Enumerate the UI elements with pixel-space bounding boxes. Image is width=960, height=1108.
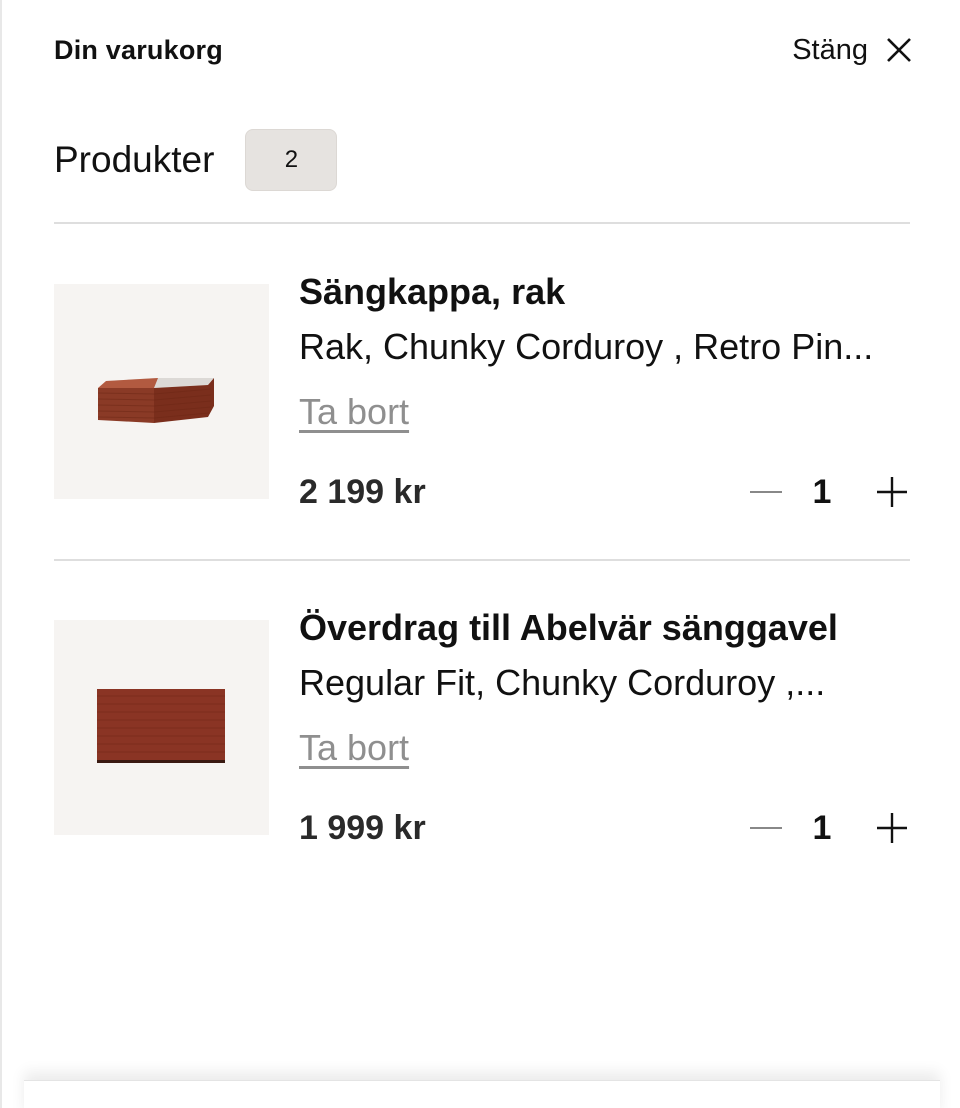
- product-count-badge: 2: [245, 129, 338, 191]
- cart-header: Din varukorg Stäng: [54, 28, 912, 72]
- product-image[interactable]: [54, 284, 269, 499]
- products-summary: Produkter 2: [54, 128, 338, 192]
- cart-item: Överdrag till Abelvär sänggavel Regular …: [54, 607, 910, 847]
- increase-quantity-button[interactable]: [874, 810, 910, 846]
- divider: [54, 559, 910, 561]
- cart-drawer: Din varukorg Stäng Produkter 2 Sängkappa…: [0, 0, 960, 1108]
- quantity-value: 1: [812, 808, 832, 847]
- item-info: Överdrag till Abelvär sänggavel Regular …: [299, 607, 910, 770]
- headboard-cover-image: [97, 689, 225, 763]
- item-variant: Regular Fit, Chunky Corduroy ,...: [299, 662, 826, 703]
- plus-icon: [877, 477, 907, 507]
- quantity-stepper: 1: [748, 473, 910, 512]
- quantity-stepper: 1: [748, 809, 910, 848]
- close-icon: [887, 38, 911, 62]
- minus-icon: [750, 827, 782, 829]
- decrease-quantity-button[interactable]: [748, 810, 784, 846]
- minus-icon: [750, 491, 782, 493]
- item-info: Sängkappa, rak Rak, Chunky Corduroy , Re…: [299, 271, 910, 434]
- increase-quantity-button[interactable]: [874, 474, 910, 510]
- item-name[interactable]: Sängkappa, rak: [299, 270, 910, 314]
- product-image[interactable]: [54, 620, 269, 835]
- divider: [54, 222, 910, 224]
- remove-item-link[interactable]: Ta bort: [299, 390, 409, 434]
- cart-item: Sängkappa, rak Rak, Chunky Corduroy , Re…: [54, 271, 910, 511]
- item-name[interactable]: Överdrag till Abelvär sänggavel: [299, 606, 910, 650]
- item-variant: Rak, Chunky Corduroy , Retro Pin...: [299, 326, 874, 367]
- close-label: Stäng: [792, 33, 868, 66]
- cart-title: Din varukorg: [54, 34, 223, 65]
- decrease-quantity-button[interactable]: [748, 474, 784, 510]
- item-price-row: 1 999 kr 1: [299, 806, 910, 850]
- bed-skirt-image: [97, 378, 214, 423]
- item-price: 2 199 kr: [299, 472, 426, 511]
- plus-icon: [877, 813, 907, 843]
- item-price: 1 999 kr: [299, 808, 426, 847]
- remove-item-link[interactable]: Ta bort: [299, 726, 409, 770]
- close-button[interactable]: Stäng: [792, 34, 912, 67]
- products-label: Produkter: [54, 139, 215, 180]
- item-price-row: 2 199 kr 1: [299, 470, 910, 514]
- checkout-footer: [24, 1080, 940, 1108]
- quantity-value: 1: [812, 472, 832, 511]
